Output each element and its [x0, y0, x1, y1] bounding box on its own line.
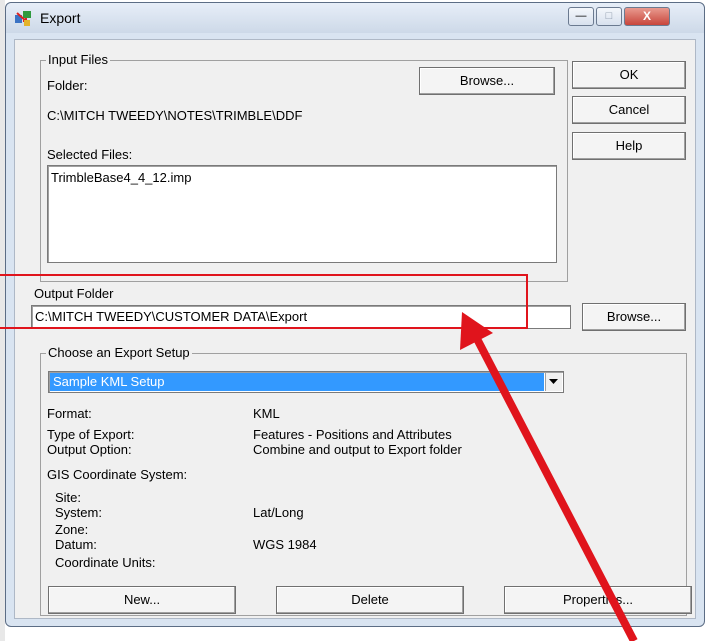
annotation-arrow	[460, 312, 638, 641]
annotation-overlay	[0, 274, 638, 641]
highlight-box	[0, 274, 528, 329]
